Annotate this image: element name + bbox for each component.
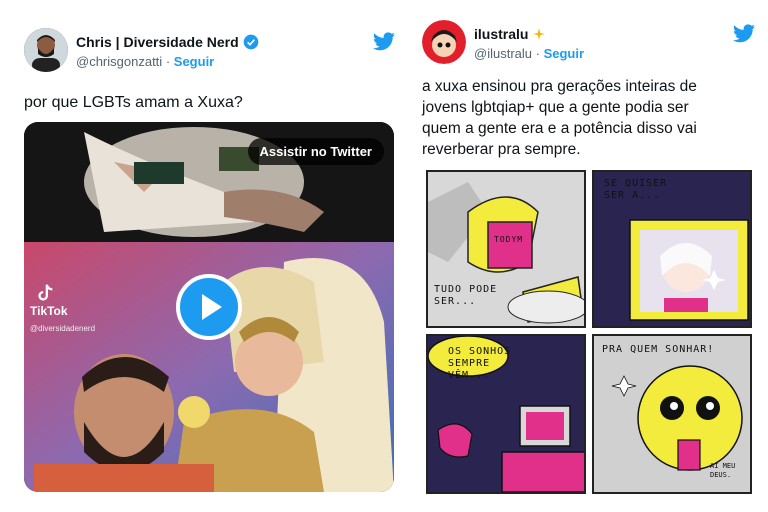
tweet-card-left: Chris | Diversidade Nerd @chrisgonzatti … [10,0,406,512]
bubble-line: SE QUISER [604,178,668,189]
twitter-bird-icon[interactable] [732,24,756,44]
author-name[interactable]: Chris | Diversidade Nerd [76,34,239,50]
comic-panel-4: PRA QUEM SONHAR! AI MEU DEUS. [592,334,752,494]
small-text-line: AI MEU [710,462,736,470]
bubble-line: SER A... [604,190,661,201]
handle-row: @chrisgonzatti · Seguir [76,54,214,69]
handle-row: @ilustralu · Seguir [474,46,584,61]
follow-button[interactable]: Seguir [544,46,584,61]
comic-panel-1: TODYM TUDO PODE SER... [426,170,586,328]
author-handle[interactable]: @chrisgonzatti [76,54,162,69]
tweet-card-right: ilustralu @ilustralu · Seguir a xuxa ens… [408,0,768,512]
tiktok-logo: TikTok [30,282,68,318]
comic-image[interactable]: TODYM TUDO PODE SER... SE QUISER SER A..… [422,168,756,496]
caption-line: TUDO PODE [434,284,498,295]
bubble-line: SEMPRE [448,358,491,369]
tweet-text-line: jovens lgbtqiap+ que a gente podia ser [422,99,689,116]
comic-speech-bubble: PRA QUEM SONHAR! [602,344,715,355]
sparkle-icon [533,28,546,40]
comic-caption: TUDO PODE SER... [434,284,497,308]
tweet-text: por que LGBTs amam a Xuxa? [24,94,243,111]
video-player[interactable]: Assistir no Twitter TikTok @diversidaden… [24,122,394,492]
comic-small-text: AI MEU DEUS. [710,462,735,480]
comic-panel-2: SE QUISER SER A... [592,170,752,328]
comic-speech-bubble: SE QUISER SER A... [604,178,667,202]
tweet-text-line: a xuxa ensinou pra gerações inteiras de [422,78,697,95]
play-icon [202,294,222,320]
play-button[interactable] [176,274,242,340]
bubble-line: VÊM... [448,370,491,381]
tiktok-icon [38,284,53,301]
comic-speech-bubble: OS SONHOS SEMPRE VÊM... [448,346,511,382]
avatar[interactable] [422,20,466,64]
watch-on-twitter-button[interactable]: Assistir no Twitter [247,138,384,165]
verified-badge-icon [243,34,258,50]
separator: · [535,46,540,61]
author-name-row[interactable]: ilustralu [474,26,546,42]
small-text-line: DEUS. [710,471,732,479]
comic-panel-3: OS SONHOS SEMPRE VÊM... [426,334,586,494]
tiktok-label: TikTok [30,304,68,318]
bubble-line: OS SONHOS [448,346,512,357]
author-name-row[interactable]: Chris | Diversidade Nerd [76,34,259,50]
author-handle[interactable]: @ilustralu [474,46,532,61]
follow-button[interactable]: Seguir [174,54,214,69]
author-name[interactable]: ilustralu [474,26,528,42]
tweet-text-line: reverberar pra sempre. [422,141,581,158]
twitter-bird-icon[interactable] [372,32,396,52]
tweet-text-line: quem a gente era e a potência disso vai [422,120,697,137]
caption-line: SER... [434,296,477,307]
tweet-text: a xuxa ensinou pra gerações inteiras de … [422,76,697,160]
avatar[interactable] [24,28,68,72]
separator: · [165,54,171,69]
tiktok-username: @diversidadenerd [30,324,96,333]
comic-box-label: TODYM [494,235,524,244]
